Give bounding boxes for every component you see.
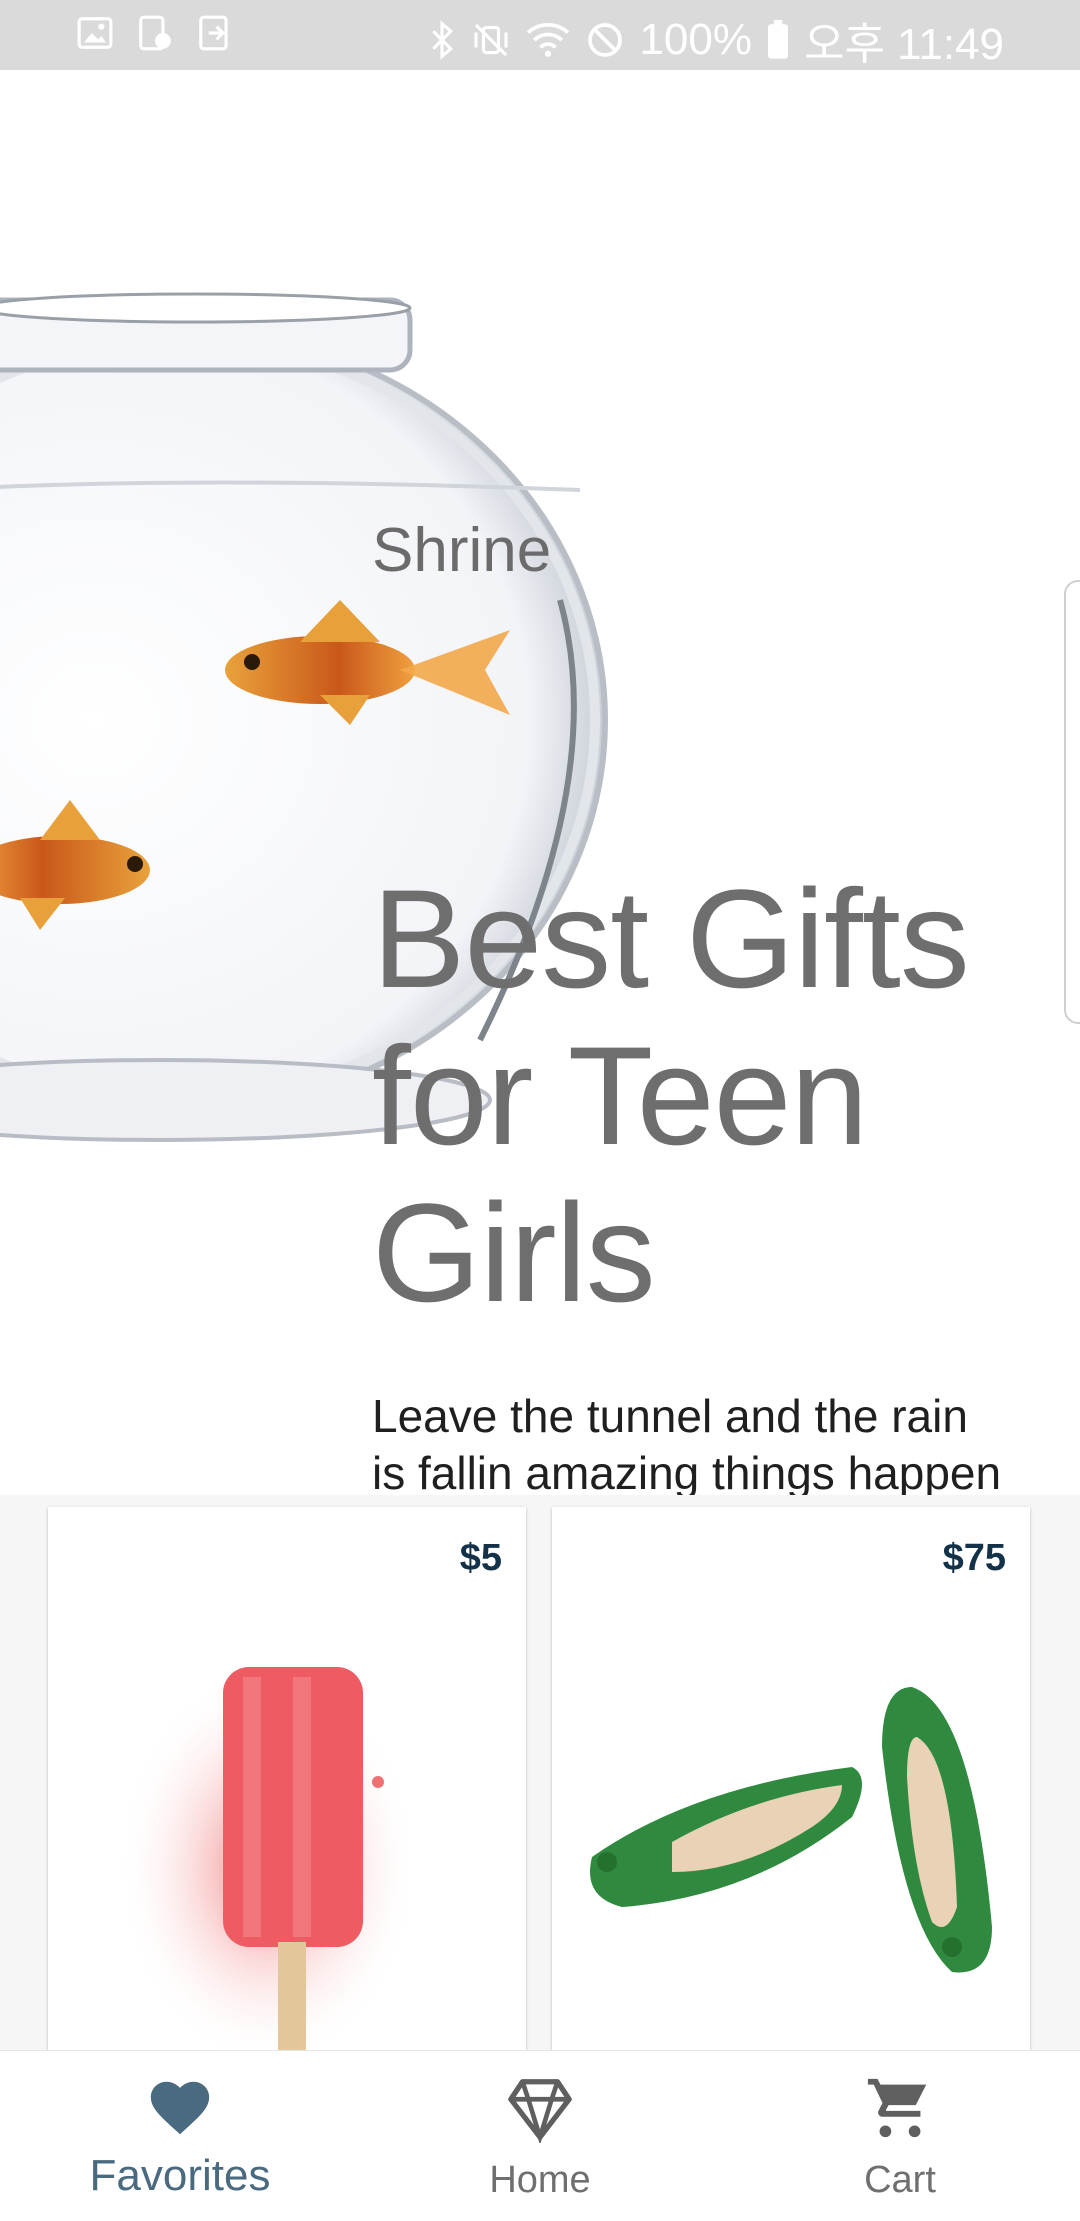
scroll-indicator[interactable] [1064,580,1080,1024]
product-grid: $5 $75 [0,1495,1080,2050]
status-bar: 100% 오후 11:49 [0,0,1080,70]
green-flats-image [590,1687,992,1973]
product-card[interactable]: $5 [48,1507,526,2050]
hero-headline: Best Gifts for Teen Girls [372,860,970,1331]
battery-icon [767,20,788,59]
wifi-icon [527,22,570,57]
featured-hero[interactable]: Shrine Best Gifts for Teen Girls Leave t… [0,70,1080,1495]
bluetooth-icon [432,20,454,60]
nav-label-home: Home [489,2159,591,2201]
nav-label-favorites: Favorites [89,2151,271,2200]
image-icon [77,17,113,49]
download-icon [199,15,228,51]
nav-cart[interactable]: Cart [720,2051,1080,2221]
hero-tagline: Leave the tunnel and the rain is fallin … [372,1390,1002,1495]
heart-icon [150,2081,210,2135]
status-system: 100% 오후 11:49 [427,8,1004,72]
product-card[interactable]: $75 [552,1507,1030,2050]
product-price: $75 [942,1537,1006,1579]
product-price: $5 [459,1537,502,1579]
status-time: 오후 11:49 [803,20,1004,69]
cart-icon [867,2078,927,2138]
battery-percent: 100% [639,15,752,64]
vibrate-icon [474,23,508,57]
screenshot-icon [139,15,171,51]
nav-favorites[interactable]: Favorites [0,2051,360,2221]
do-not-disturb-icon [588,23,623,57]
status-notifications [76,14,234,52]
diamond-icon [508,2079,572,2143]
brand-title: Shrine [372,516,552,585]
popsicle-image [118,1667,418,2050]
nav-home[interactable]: Home [360,2051,720,2221]
nav-label-cart: Cart [864,2159,936,2201]
bottom-navigation: Favorites Home Cart [0,2050,1080,2221]
